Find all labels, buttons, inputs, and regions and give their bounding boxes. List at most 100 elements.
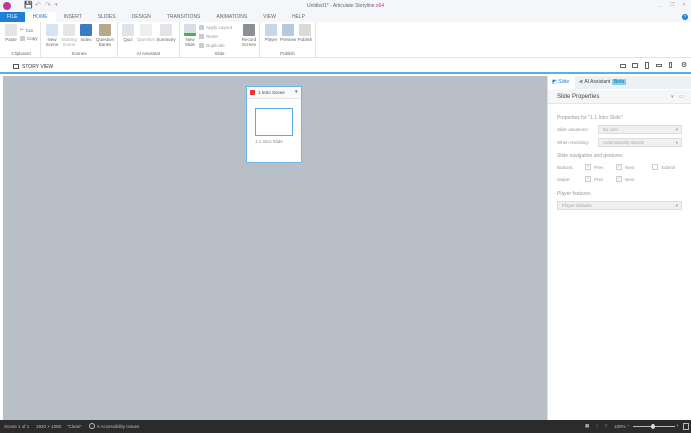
copy-button[interactable]: Copy (20, 36, 38, 41)
record-screen-button[interactable]: Record Screen (239, 24, 259, 47)
copy-icon (20, 36, 25, 41)
quiz-icon (122, 24, 134, 36)
maximize-button[interactable]: ❐ (670, 2, 674, 8)
question-banks-button[interactable]: Question Banks (94, 24, 116, 47)
group-label: Scenes (71, 51, 87, 56)
question-bank-icon (99, 24, 111, 36)
checkmark-icon: ✓ (616, 164, 622, 170)
slide-label[interactable]: 1.1 Intro Slide (255, 139, 283, 144)
cut-button[interactable]: ✂ Cut (20, 27, 33, 33)
accessibility-issues[interactable]: 0 Accessibility Issues (97, 424, 139, 429)
slide-thumbnail[interactable] (255, 108, 293, 136)
tablet-portrait-icon[interactable] (645, 62, 649, 69)
slide-group: New Slide Apply Layout Reset Duplicate R… (180, 22, 260, 58)
copy-label: Copy (27, 36, 38, 41)
start-flag-icon (250, 90, 255, 95)
publish-group: Player Preview Publish Publish (260, 22, 316, 58)
buttons-label: Buttons: (557, 165, 574, 170)
when-revisiting-label: When revisiting: (557, 140, 590, 145)
when-revisiting-dropdown[interactable]: Automatically decide (598, 138, 682, 147)
index-button[interactable]: Index (76, 24, 96, 42)
beta-badge: Beta (611, 79, 627, 85)
scene-menu-chevron-icon[interactable]: ▾ (295, 89, 298, 95)
buttons-next-checkbox[interactable]: ✓ Next (616, 164, 634, 170)
desktop-preview-icon[interactable] (620, 64, 626, 68)
status-bar: Scene 1 of 1 1920 × 1080 "Clean" 0 Acces… (0, 420, 691, 433)
edition-label: x64 (375, 3, 384, 9)
tab-insert[interactable]: INSERT (56, 12, 90, 22)
index-icon (80, 24, 92, 36)
label: Record Screen (241, 37, 257, 47)
phone-portrait-icon[interactable] (669, 62, 672, 68)
scene-title[interactable]: 1 Intro Scene (258, 90, 285, 95)
checkmark-icon: ✓ (616, 176, 622, 182)
scissors-icon: ✂ (20, 27, 24, 32)
ai-assistant-group: Quiz Question Summary AI Assistant (118, 22, 180, 58)
buttons-submit-checkbox[interactable]: Submit (652, 164, 675, 170)
group-label: Slide (214, 51, 225, 56)
layout-icon (199, 25, 204, 30)
swipe-next-checkbox[interactable]: ✓ Next (616, 176, 634, 182)
tab-file[interactable]: FILE (0, 12, 25, 22)
publish-button[interactable]: Publish (295, 24, 315, 42)
paste-button[interactable]: Paste (2, 24, 20, 42)
buttons-prev-checkbox[interactable]: ✓ Prev (585, 164, 603, 170)
tab-home[interactable]: HOME (24, 12, 56, 22)
tab-slide[interactable]: ◩ Slide (548, 76, 575, 89)
group-label: Clipboard (11, 51, 31, 56)
tab-design[interactable]: DESIGN (124, 12, 159, 22)
new-slide-button[interactable]: New Slide (180, 24, 200, 47)
player-features-dropdown[interactable]: Player defaults (557, 201, 682, 210)
story-view-grid-icon[interactable]: ▦ (585, 423, 589, 429)
minimize-button[interactable]: _ (658, 2, 661, 8)
tab-animations[interactable]: ANIMATIONS (208, 12, 255, 22)
summary-icon (160, 24, 172, 36)
clipboard-group: Paste ✂ Cut Copy Clipboard (2, 22, 41, 58)
phone-landscape-icon[interactable] (656, 64, 662, 67)
panel-header: Slide Properties ▾ ▭ (548, 90, 691, 104)
zoom-out-icon[interactable]: − (627, 423, 630, 428)
reset-icon (199, 34, 204, 39)
quiz-button[interactable]: Quiz (118, 24, 138, 42)
tab-ai-assistant[interactable]: ⋞ AI Assistant Beta (579, 79, 627, 85)
window-title: Untitled1* - Articulate Storyline x64 (0, 3, 691, 9)
navigation-heading: Slide navigation and gestures (557, 153, 623, 159)
zoom-in-icon[interactable]: + (676, 423, 679, 428)
reset-button[interactable]: Reset (199, 34, 218, 39)
group-label: AI Assistant (136, 51, 161, 56)
player-features-heading: Player features (557, 191, 591, 197)
tab-help[interactable]: HELP (284, 12, 313, 22)
panel-tabs: ◩ Slide ⋞ AI Assistant Beta (548, 76, 691, 89)
checkmark-icon: ✓ (585, 164, 591, 170)
slide-advances-dropdown[interactable]: By user (598, 125, 682, 134)
swipe-prev-checkbox[interactable]: ✓ Prev (585, 176, 603, 182)
duplicate-button[interactable]: Duplicate (199, 43, 225, 48)
tab-transitions[interactable]: TRANSITIONS (159, 12, 209, 22)
collapse-chevron-icon[interactable]: ▾ (671, 94, 674, 100)
close-button[interactable]: ✕ (682, 2, 686, 8)
story-view-label[interactable]: STORY VIEW (22, 64, 53, 70)
zoom-slider-thumb[interactable] (651, 424, 655, 429)
filter-icon[interactable]: ▿ (605, 423, 607, 429)
summary-button[interactable]: Summary (156, 24, 176, 42)
group-label: Publish (280, 51, 295, 56)
label: Question (136, 37, 155, 42)
scene-card[interactable]: 1 Intro Scene ▾ 1.1 Intro Slide (246, 86, 302, 163)
properties-for-heading: Properties for "1.1 Intro Slide" (557, 115, 623, 121)
tab-slides[interactable]: SLIDES (90, 12, 124, 22)
label: Reset (206, 34, 218, 39)
help-icon[interactable]: ? (682, 14, 688, 20)
label: Starting Scene (61, 37, 77, 47)
apply-layout-button[interactable]: Apply Layout (199, 25, 232, 30)
question-button[interactable]: Question (136, 24, 156, 42)
fit-to-window-icon[interactable] (683, 423, 689, 430)
scene-count: Scene 1 of 1 (4, 424, 30, 429)
slide-view-icon[interactable]: ▯ (596, 423, 598, 429)
tab-view[interactable]: VIEW (255, 12, 284, 22)
label: Prev (594, 176, 604, 182)
swipe-label: Swipe: (557, 177, 571, 182)
undock-icon[interactable]: ▭ (679, 94, 684, 100)
tablet-landscape-icon[interactable] (632, 63, 638, 68)
new-slide-icon (184, 24, 196, 36)
gear-icon[interactable]: ⚙ (681, 61, 687, 69)
